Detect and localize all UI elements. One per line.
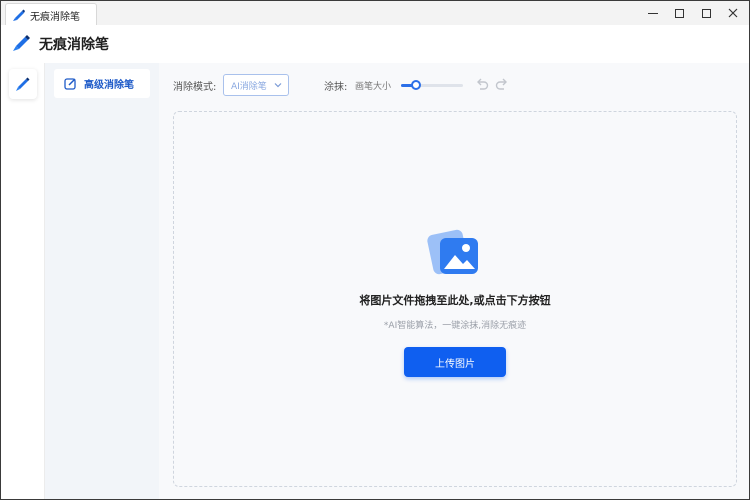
maximize-button[interactable] bbox=[665, 1, 693, 25]
nav-item-advanced-eraser[interactable]: 高级消除笔 bbox=[54, 69, 150, 98]
rail-eraser-button[interactable] bbox=[9, 69, 37, 99]
edit-icon bbox=[64, 78, 76, 90]
image-dropzone[interactable]: 将图片文件拖拽至此处,或点击下方按钮 *AI智能算法，一键涂抹,消除无痕迹 上传… bbox=[173, 111, 737, 487]
eraser-pen-icon bbox=[16, 77, 30, 91]
maximize-icon bbox=[674, 8, 684, 18]
eraser-pen-icon bbox=[13, 9, 25, 21]
dropzone-title: 将图片文件拖拽至此处,或点击下方按钮 bbox=[359, 294, 551, 307]
nav-item-label: 高级消除笔 bbox=[84, 80, 134, 91]
minimize-button[interactable] bbox=[639, 1, 667, 25]
mode-select[interactable]: AI消除笔 bbox=[223, 74, 289, 96]
app-name: 无痕消除笔 bbox=[39, 37, 109, 53]
restore-icon bbox=[701, 8, 711, 18]
icon-rail bbox=[1, 63, 45, 499]
app-logo-icon bbox=[13, 35, 30, 51]
app-header: 无痕消除笔 bbox=[1, 25, 749, 63]
smear-label: 涂抹: bbox=[324, 82, 348, 93]
minimize-icon bbox=[648, 12, 658, 14]
chevron-down-icon bbox=[274, 83, 282, 88]
restore-button[interactable] bbox=[692, 1, 720, 25]
brush-size-label: 画笔大小 bbox=[355, 82, 392, 92]
tab-title: 无痕消除笔 bbox=[30, 12, 80, 23]
close-icon bbox=[728, 8, 738, 18]
mode-select-value: AI消除笔 bbox=[231, 82, 267, 92]
title-bar: 无痕消除笔 bbox=[1, 1, 749, 25]
close-button[interactable] bbox=[719, 1, 747, 25]
dropzone-subtitle: *AI智能算法，一键涂抹,消除无痕迹 bbox=[383, 321, 527, 331]
upload-image-button[interactable]: 上传图片 bbox=[404, 347, 506, 377]
redo-icon[interactable] bbox=[495, 77, 509, 91]
window-tab[interactable]: 无痕消除笔 bbox=[5, 3, 97, 25]
nav-panel: 高级消除笔 bbox=[45, 63, 159, 499]
brush-size-slider[interactable] bbox=[401, 79, 463, 91]
undo-icon[interactable] bbox=[475, 77, 489, 91]
slider-thumb[interactable] bbox=[411, 80, 422, 90]
image-upload-icon bbox=[427, 229, 478, 275]
mode-label: 消除模式: bbox=[173, 82, 217, 93]
main-area: 消除模式: AI消除笔 涂抹: 画笔大小 将图片文件拖拽至此处,或点击下方按钮 … bbox=[159, 63, 749, 499]
